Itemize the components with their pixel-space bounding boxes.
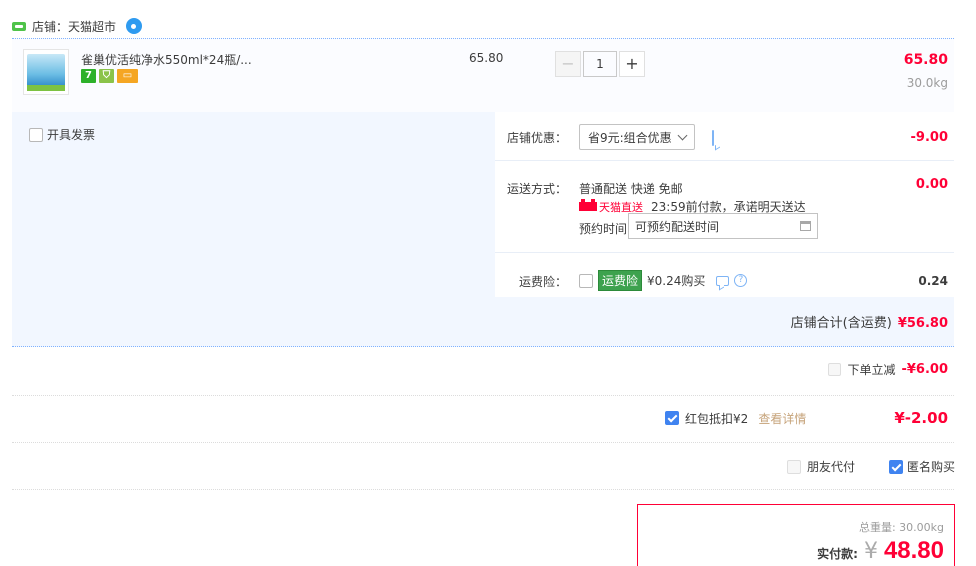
help-icon[interactable]: ? bbox=[734, 274, 748, 287]
invoice-option[interactable]: 开具发票 bbox=[29, 126, 95, 143]
redpacket-row: 红包抵扣¥2 查看详情 ¥-2.00 bbox=[665, 409, 948, 427]
total-weight: 总重量: 30.00kg bbox=[858, 521, 944, 534]
unit-price: 65.80 bbox=[469, 51, 504, 65]
actual-payment: 实付款: ¥ 48.80 bbox=[817, 537, 944, 565]
service-badges: 7 ⛉ ▭ bbox=[81, 69, 138, 83]
item-total-price: 65.80 bbox=[903, 52, 948, 68]
redpacket-value: ¥-2.00 bbox=[894, 409, 948, 427]
item-weight: 30.0kg bbox=[906, 76, 948, 90]
shop-header: 店铺：天猫超市 bbox=[12, 14, 143, 38]
guarantee-shield-icon[interactable]: ⛉ bbox=[99, 69, 114, 83]
wangwang-chat-icon[interactable] bbox=[126, 18, 143, 34]
seven-day-return-icon[interactable]: 7 bbox=[81, 69, 96, 83]
quantity-input[interactable]: 1 bbox=[583, 51, 617, 77]
product-title[interactable]: 雀巢优活纯净水550ml*24瓶/... bbox=[81, 51, 252, 68]
instant-discount-row: 下单立减 -¥6.00 bbox=[828, 361, 948, 378]
redpacket-detail-link[interactable]: 查看详情 bbox=[758, 410, 806, 427]
order-options-panel: 开具发票 店铺优惠： 省9元:组合优惠 -9.00 运送方式： 普通配送 快递 … bbox=[12, 112, 954, 347]
shop-subtotal-value: ¥56.80 bbox=[897, 316, 948, 331]
friend-pay-label: 朋友代付 bbox=[807, 460, 856, 474]
payment-summary-box: 总重量: 30.00kg 实付款: ¥ 48.80 bbox=[637, 504, 955, 566]
friend-pay-checkbox[interactable] bbox=[787, 459, 801, 474]
insurance-price: ¥0.24购买 bbox=[647, 274, 706, 288]
redpacket-checkbox[interactable] bbox=[665, 411, 680, 425]
message-icon[interactable] bbox=[712, 130, 714, 146]
shop-discount-select[interactable]: 省9元:组合优惠 bbox=[579, 124, 695, 150]
shop-subtotal: 店铺合计(含运费) ¥56.80 bbox=[791, 312, 948, 331]
chevron-down-icon bbox=[677, 130, 688, 140]
instant-discount-label: 下单立减 bbox=[847, 363, 896, 377]
delivery-time-placeholder: 可预约配送时间 bbox=[635, 219, 720, 234]
invoice-checkbox[interactable] bbox=[29, 127, 43, 142]
insurance-checkbox[interactable] bbox=[579, 273, 593, 288]
insurance-option: 运费险 ¥0.24购买 ? bbox=[579, 270, 748, 291]
quantity-increase-button[interactable]: + bbox=[619, 51, 645, 77]
shop-discount-value: 省9元:组合优惠 bbox=[588, 130, 672, 145]
shipping-method: 普通配送 快递 免邮 bbox=[579, 182, 683, 196]
invoice-label: 开具发票 bbox=[47, 128, 96, 142]
quantity-decrease-button[interactable]: − bbox=[555, 51, 581, 77]
friend-pay-option[interactable]: 朋友代付 bbox=[787, 458, 855, 475]
tmall-cat-icon bbox=[579, 199, 597, 211]
shop-discount-label: 店铺优惠： bbox=[507, 131, 568, 145]
quantity-stepper: − 1 + bbox=[555, 51, 645, 77]
anonymous-purchase-checkbox[interactable] bbox=[889, 459, 903, 474]
anonymous-purchase-label: 匿名购买 bbox=[907, 460, 956, 474]
shop-discount-amount: -9.00 bbox=[910, 130, 948, 145]
shipping-label: 运送方式： bbox=[507, 182, 568, 196]
insurance-tag: 运费险 bbox=[598, 270, 643, 291]
shop-name[interactable]: 店铺：天猫超市 bbox=[32, 18, 116, 35]
delivery-time-picker[interactable]: 可预约配送时间 bbox=[628, 213, 818, 239]
credit-card-icon[interactable]: ▭ bbox=[117, 69, 138, 83]
instant-discount-checkbox bbox=[828, 363, 842, 376]
schedule-label: 预约时间 bbox=[579, 222, 628, 236]
actual-payment-label: 实付款: bbox=[817, 547, 858, 561]
insurance-amount: 0.24 bbox=[918, 274, 948, 288]
order-options-right: 店铺优惠： 省9元:组合优惠 -9.00 运送方式： 普通配送 快递 免邮 天猫… bbox=[495, 112, 954, 297]
calendar-icon bbox=[800, 221, 811, 231]
cart-item-row: 雀巢优活纯净水550ml*24瓶/... 7 ⛉ ▭ 65.80 − 1 + 6… bbox=[12, 38, 954, 112]
instant-discount-value: -¥6.00 bbox=[901, 362, 948, 377]
actual-payment-amount: 48.80 bbox=[883, 537, 944, 564]
currency-symbol: ¥ bbox=[863, 539, 878, 564]
shipping-amount: 0.00 bbox=[915, 177, 948, 192]
shop-icon bbox=[12, 20, 26, 32]
insurance-label: 运费险： bbox=[519, 275, 568, 289]
anonymous-purchase-option[interactable]: 匿名购买 bbox=[889, 458, 955, 475]
message-icon[interactable] bbox=[716, 275, 730, 286]
shop-subtotal-label: 店铺合计(含运费) bbox=[790, 316, 892, 331]
redpacket-label: 红包抵扣¥2 bbox=[685, 411, 749, 426]
product-thumbnail[interactable] bbox=[23, 49, 69, 95]
